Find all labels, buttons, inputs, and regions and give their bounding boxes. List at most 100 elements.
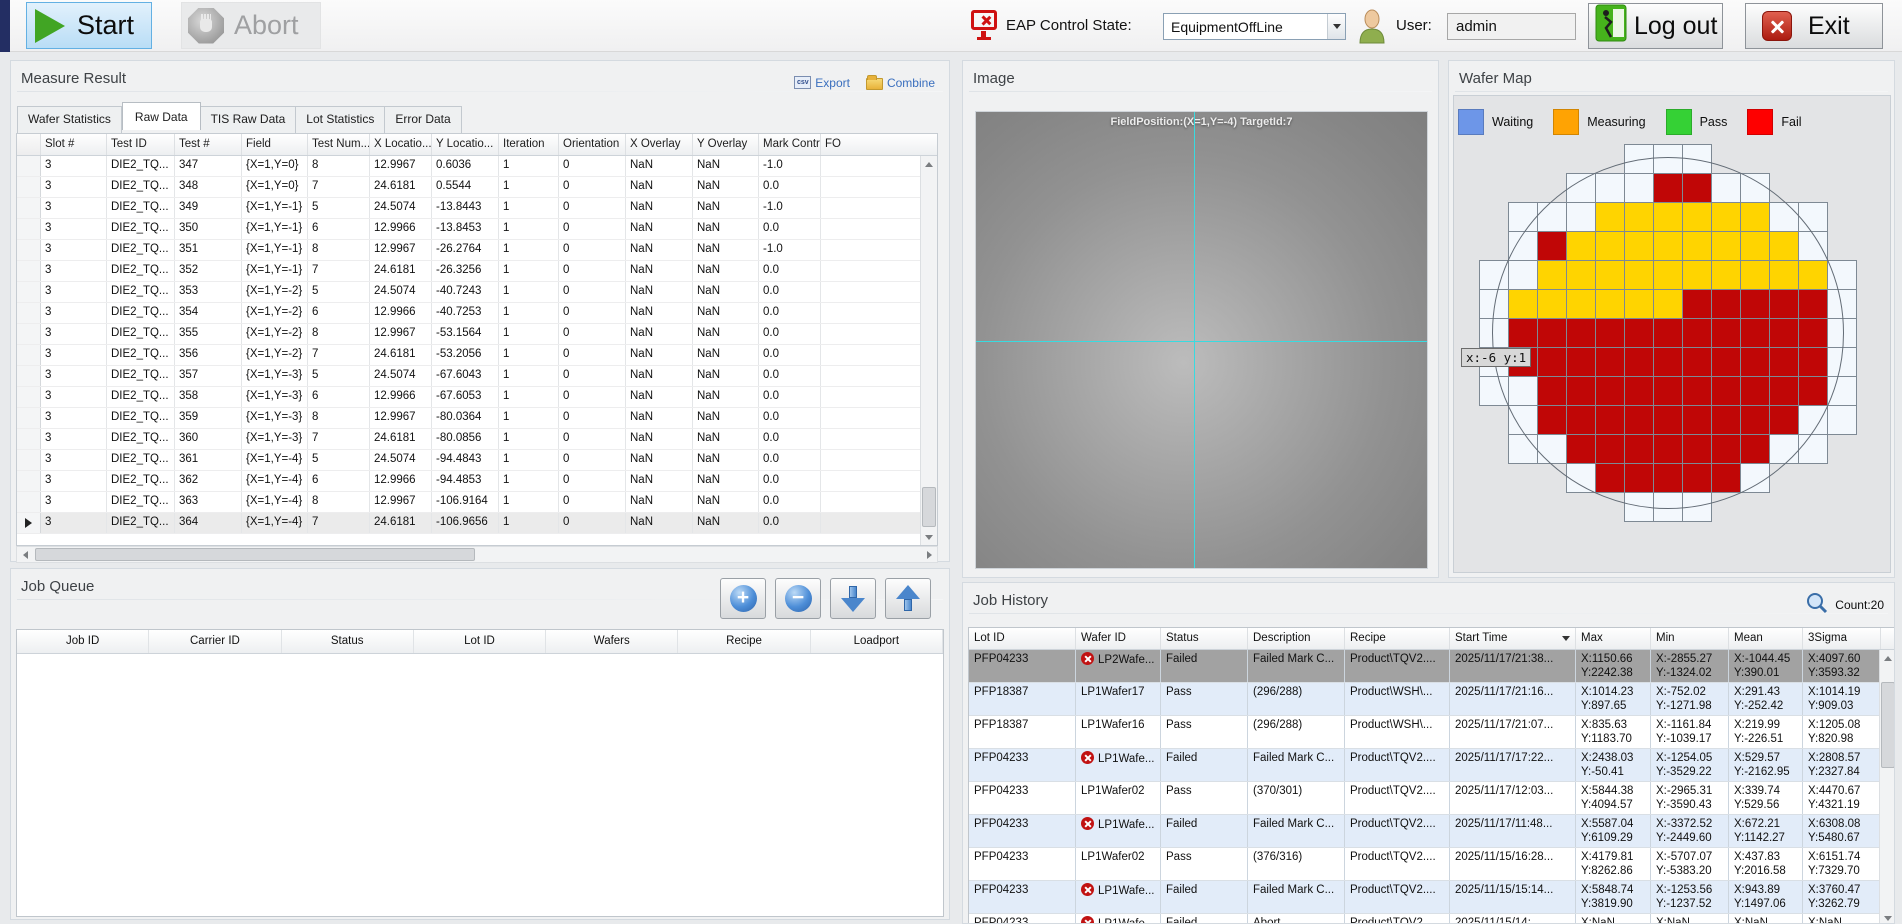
die-cell[interactable] bbox=[1798, 405, 1828, 435]
die-cell[interactable] bbox=[1711, 173, 1741, 203]
remove-job-button[interactable]: − bbox=[775, 578, 821, 619]
die-cell[interactable] bbox=[1595, 173, 1625, 203]
column-header[interactable]: Y Overlay bbox=[693, 134, 759, 155]
table-row[interactable]: 3DIE2_TQ...354{X=1,Y=-2}612.9966-40.7253… bbox=[17, 303, 937, 324]
row-selector[interactable] bbox=[17, 492, 41, 512]
die-cell[interactable] bbox=[1798, 202, 1828, 232]
die-cell[interactable] bbox=[1566, 376, 1596, 406]
scroll-down-icon[interactable] bbox=[1880, 910, 1895, 924]
row-selector[interactable] bbox=[17, 471, 41, 491]
history-row[interactable]: PFP04233LP1Wafe...FailedAbort...Product\… bbox=[969, 914, 1895, 924]
die-cell[interactable] bbox=[1508, 260, 1538, 290]
die-cell[interactable] bbox=[1769, 231, 1799, 261]
die-cell[interactable] bbox=[1566, 463, 1596, 493]
column-header[interactable]: Field bbox=[242, 134, 308, 155]
column-header[interactable]: Status bbox=[282, 630, 414, 653]
column-header[interactable]: Recipe bbox=[1345, 628, 1450, 649]
table-row[interactable]: 3DIE2_TQ...359{X=1,Y=-3}812.9967-80.0364… bbox=[17, 408, 937, 429]
die-cell[interactable] bbox=[1769, 318, 1799, 348]
die-cell[interactable] bbox=[1740, 231, 1770, 261]
die-cell[interactable] bbox=[1595, 231, 1625, 261]
die-cell[interactable] bbox=[1769, 202, 1799, 232]
table-row[interactable]: 3DIE2_TQ...348{X=1,Y=0}724.61810.554410N… bbox=[17, 177, 937, 198]
raw-data-horizontal-scrollbar[interactable] bbox=[16, 546, 938, 563]
die-cell[interactable] bbox=[1769, 260, 1799, 290]
tab-tis-raw-data[interactable]: TIS Raw Data bbox=[201, 106, 297, 134]
die-cell[interactable] bbox=[1798, 289, 1828, 319]
vertical-scroll-thumb[interactable] bbox=[922, 487, 936, 527]
die-cell[interactable] bbox=[1682, 347, 1712, 377]
row-selector[interactable] bbox=[17, 198, 41, 218]
column-header[interactable]: Lot ID bbox=[969, 628, 1076, 649]
die-cell[interactable] bbox=[1508, 231, 1538, 261]
die-cell[interactable] bbox=[1740, 376, 1770, 406]
die-cell[interactable] bbox=[1595, 347, 1625, 377]
table-row[interactable]: 3DIE2_TQ...362{X=1,Y=-4}612.9966-94.4853… bbox=[17, 471, 937, 492]
move-down-job-button[interactable] bbox=[830, 578, 876, 619]
column-header[interactable]: Mean bbox=[1729, 628, 1803, 649]
history-row[interactable]: PFP04233LP1Wafer02Pass(370/301)Product\T… bbox=[969, 782, 1895, 815]
die-cell[interactable] bbox=[1653, 173, 1683, 203]
table-row[interactable]: 3DIE2_TQ...350{X=1,Y=-1}612.9966-13.8453… bbox=[17, 219, 937, 240]
move-up-job-button[interactable] bbox=[885, 578, 931, 619]
die-cell[interactable] bbox=[1653, 434, 1683, 464]
die-cell[interactable] bbox=[1537, 434, 1567, 464]
die-cell[interactable] bbox=[1769, 434, 1799, 464]
scroll-down-icon[interactable] bbox=[921, 529, 937, 545]
table-row[interactable]: 3DIE2_TQ...356{X=1,Y=-2}724.6181-53.2056… bbox=[17, 345, 937, 366]
die-cell[interactable] bbox=[1769, 347, 1799, 377]
column-header[interactable]: Lot ID bbox=[414, 630, 546, 653]
column-header[interactable]: Carrier ID bbox=[149, 630, 281, 653]
magnifier-icon[interactable] bbox=[1805, 591, 1829, 618]
die-cell[interactable] bbox=[1566, 202, 1596, 232]
row-selector[interactable] bbox=[17, 303, 41, 323]
row-selector[interactable] bbox=[17, 429, 41, 449]
die-cell[interactable] bbox=[1595, 260, 1625, 290]
die-cell[interactable] bbox=[1624, 231, 1654, 261]
die-cell[interactable] bbox=[1595, 376, 1625, 406]
die-cell[interactable] bbox=[1624, 289, 1654, 319]
scroll-right-icon[interactable] bbox=[921, 547, 937, 562]
die-cell[interactable] bbox=[1740, 463, 1770, 493]
row-selector[interactable] bbox=[17, 324, 41, 344]
die-cell[interactable] bbox=[1798, 260, 1828, 290]
die-cell[interactable] bbox=[1508, 434, 1538, 464]
history-row[interactable]: PFP18387LP1Wafer17Pass(296/288)Product\W… bbox=[969, 683, 1895, 716]
die-cell[interactable] bbox=[1827, 405, 1857, 435]
scroll-left-icon[interactable] bbox=[17, 547, 33, 562]
column-header[interactable]: Test # bbox=[175, 134, 242, 155]
die-cell[interactable] bbox=[1682, 144, 1712, 174]
history-row[interactable]: PFP04233LP1Wafe...FailedFailed Mark C...… bbox=[969, 749, 1895, 782]
die-cell[interactable] bbox=[1595, 434, 1625, 464]
column-header[interactable]: Loadport bbox=[811, 630, 943, 653]
die-cell[interactable] bbox=[1508, 376, 1538, 406]
row-selector[interactable] bbox=[17, 408, 41, 428]
die-cell[interactable] bbox=[1624, 376, 1654, 406]
die-cell[interactable] bbox=[1711, 463, 1741, 493]
history-row[interactable]: PFP04233LP2Wafe...FailedFailed Mark C...… bbox=[969, 650, 1895, 683]
column-header[interactable]: Max bbox=[1576, 628, 1651, 649]
die-cell[interactable] bbox=[1682, 405, 1712, 435]
column-header[interactable]: Min bbox=[1651, 628, 1729, 649]
die-cell[interactable] bbox=[1798, 347, 1828, 377]
column-header[interactable]: Start Time bbox=[1450, 628, 1576, 649]
column-header[interactable]: Test Num... bbox=[308, 134, 370, 155]
die-cell[interactable] bbox=[1711, 318, 1741, 348]
die-cell[interactable] bbox=[1508, 202, 1538, 232]
die-cell[interactable] bbox=[1508, 318, 1538, 348]
die-cell[interactable] bbox=[1711, 376, 1741, 406]
die-cell[interactable] bbox=[1653, 144, 1683, 174]
die-cell[interactable] bbox=[1682, 318, 1712, 348]
die-cell[interactable] bbox=[1711, 289, 1741, 319]
die-cell[interactable] bbox=[1479, 376, 1509, 406]
camera-image[interactable]: FieldPosition:(X=1,Y=-4) TargetId:7 bbox=[975, 111, 1428, 569]
die-cell[interactable] bbox=[1653, 202, 1683, 232]
table-row[interactable]: 3DIE2_TQ...351{X=1,Y=-1}812.9967-26.2764… bbox=[17, 240, 937, 261]
die-cell[interactable] bbox=[1769, 376, 1799, 406]
column-header[interactable]: Status bbox=[1161, 628, 1248, 649]
die-cell[interactable] bbox=[1827, 289, 1857, 319]
table-row[interactable]: 3DIE2_TQ...361{X=1,Y=-4}524.5074-94.4843… bbox=[17, 450, 937, 471]
die-cell[interactable] bbox=[1653, 231, 1683, 261]
die-cell[interactable] bbox=[1682, 434, 1712, 464]
column-header[interactable]: Orientation bbox=[559, 134, 626, 155]
